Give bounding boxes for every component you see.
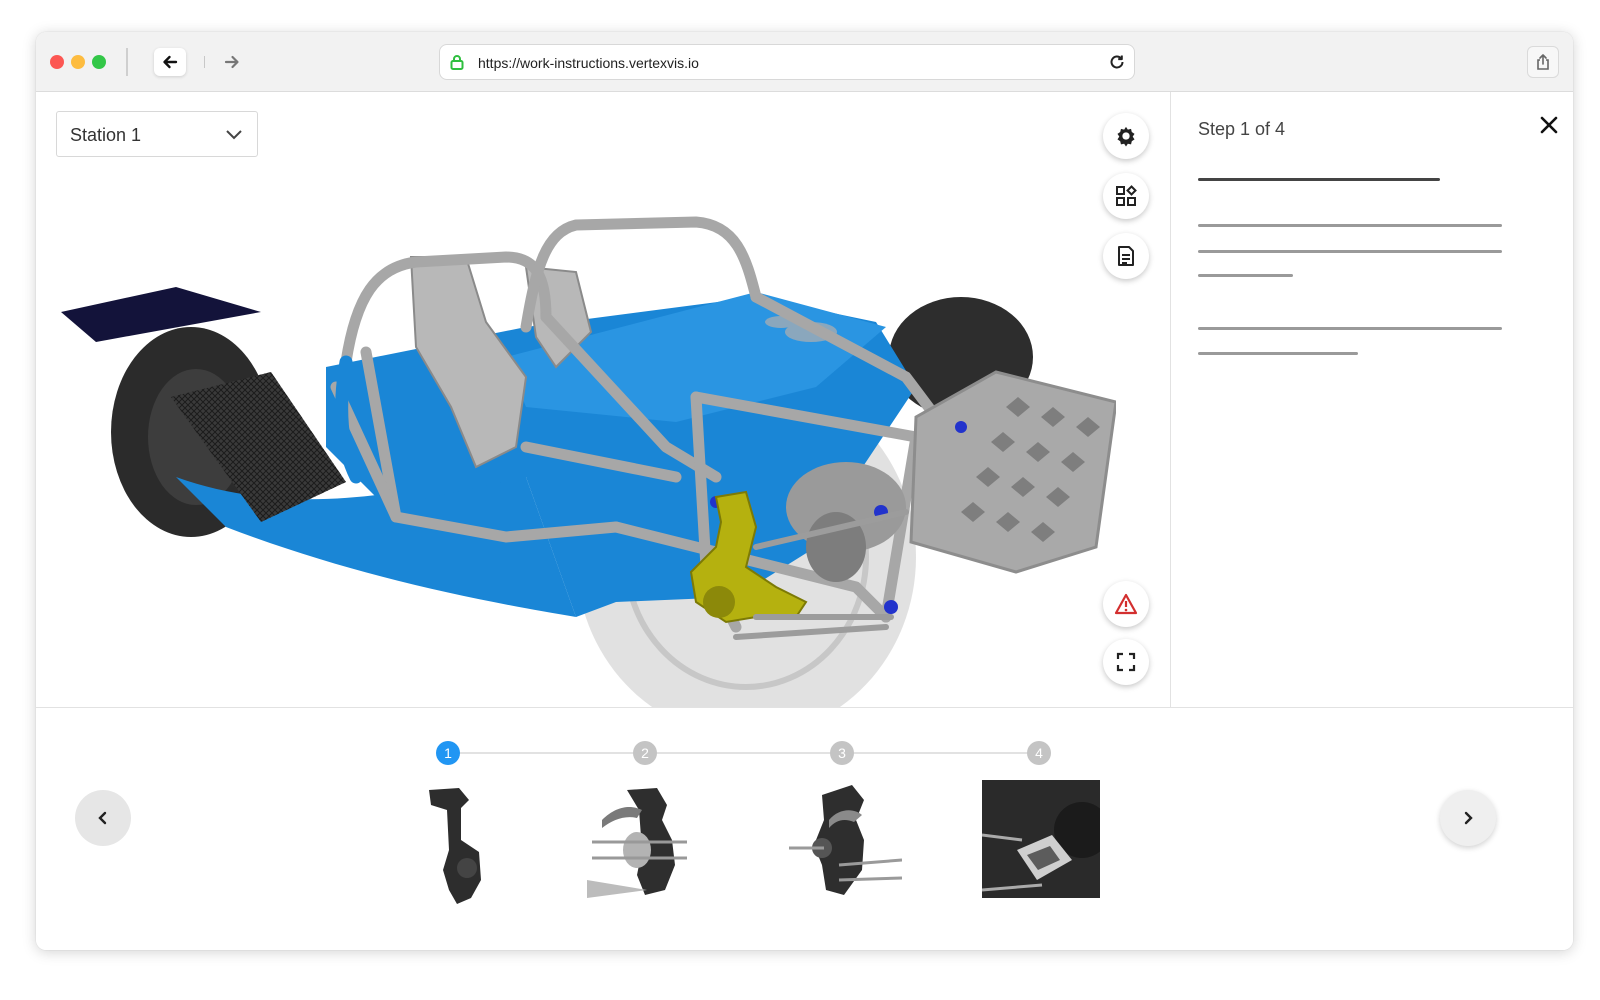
maximize-window-button[interactable] [92,55,106,69]
arrow-right-icon [224,55,239,69]
step-navigator: 1 2 3 4 [36,707,1573,950]
step-thumbnail[interactable] [982,780,1100,904]
instruction-text-placeholder [1198,274,1293,277]
step-thumbnail[interactable] [587,780,705,904]
browser-window: https://work-instructions.vertexvis.io S… [36,32,1573,950]
close-window-button[interactable] [50,55,64,69]
gear-icon [1117,126,1135,147]
step-marker[interactable]: 2 [633,741,657,765]
step-marker[interactable]: 4 [1027,741,1051,765]
document-icon [1118,246,1134,266]
station-dropdown-label: Station 1 [70,125,142,145]
address-bar[interactable]: https://work-instructions.vertexvis.io [439,44,1135,80]
rear-wing [61,287,261,342]
instruction-text-placeholder [1198,224,1502,227]
step-thumbnail[interactable] [389,780,507,904]
chevron-right-icon [1464,811,1473,825]
step-marker[interactable]: 1 [436,741,460,765]
station-dropdown[interactable]: Station 1 [56,111,258,157]
knuckle-hub [703,586,735,618]
grid-shapes-icon [1116,185,1137,206]
back-button[interactable] [154,48,186,76]
toolbar-divider [126,48,128,76]
instruction-text-placeholder [1198,352,1358,355]
step-counter: Step 1 of 4 [1198,119,1286,139]
chevron-left-icon [98,811,107,825]
step-thumbnail[interactable] [784,780,902,904]
notes-button[interactable] [1103,233,1149,279]
reload-icon[interactable] [1108,53,1126,71]
browser-titlebar: https://work-instructions.vertexvis.io [36,32,1573,92]
warning-button[interactable] [1103,581,1149,627]
instructions-panel: Step 1 of 4 [1170,92,1573,707]
close-icon[interactable] [1539,115,1559,135]
instruction-text-placeholder [1198,250,1502,253]
nav-separator [204,56,205,68]
forward-button[interactable] [216,48,248,76]
fullscreen-button[interactable] [1103,639,1149,685]
instruction-text-placeholder [1198,327,1502,330]
arrow-left-icon [163,55,178,69]
previous-step-button[interactable] [75,790,131,846]
next-step-button[interactable] [1440,790,1496,846]
share-icon [1537,54,1549,70]
expand-icon [1116,652,1136,672]
parts-button[interactable] [1103,173,1149,219]
step-track [448,752,1042,754]
lock-icon [450,55,464,70]
share-button[interactable] [1527,46,1559,78]
lower-body-panel [176,477,576,617]
vehicle-3d-model[interactable] [56,147,1116,707]
model-viewer[interactable]: Station 1 [36,92,1170,707]
minimize-window-button[interactable] [71,55,85,69]
step-marker[interactable]: 3 [830,741,854,765]
settings-button[interactable] [1103,113,1149,159]
url-text: https://work-instructions.vertexvis.io [478,55,699,71]
instruction-title-placeholder [1198,178,1440,181]
warning-icon [1114,593,1138,615]
chevron-down-icon [226,130,242,140]
